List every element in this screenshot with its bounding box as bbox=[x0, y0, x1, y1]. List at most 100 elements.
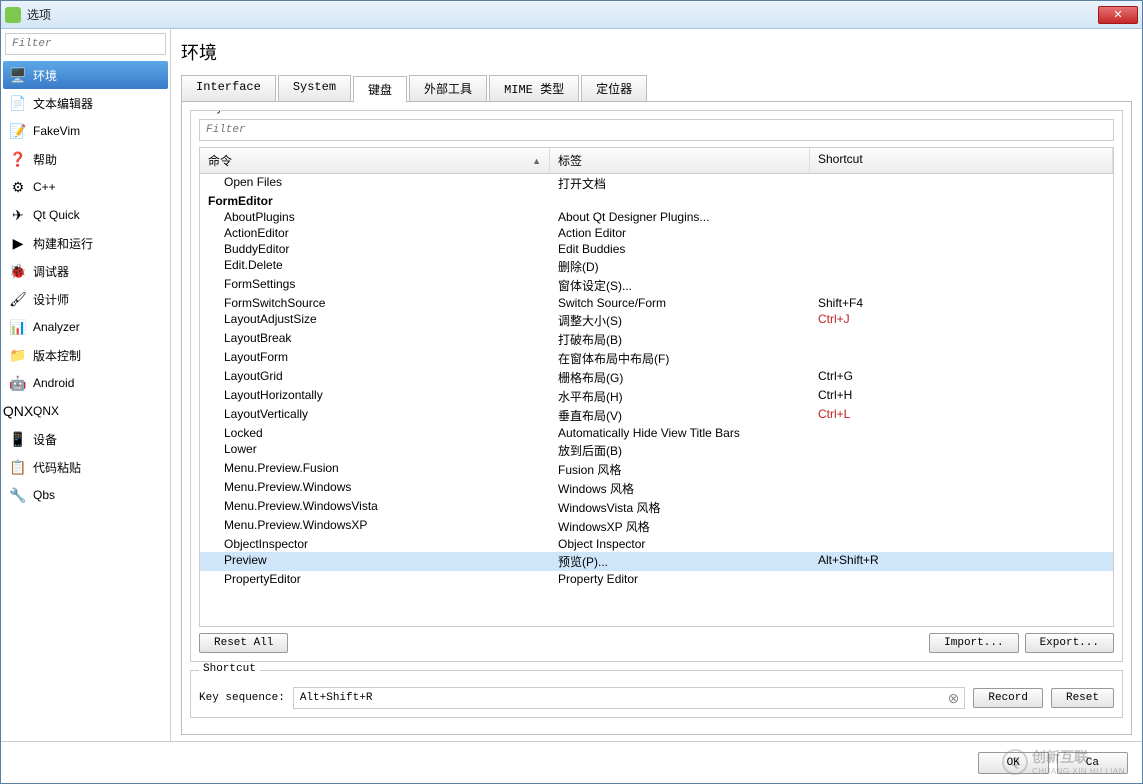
category-icon: QNX bbox=[9, 402, 27, 420]
cell-command: LayoutForm bbox=[200, 350, 550, 367]
table-row[interactable]: BuddyEditorEdit Buddies bbox=[200, 241, 1113, 257]
category-label: 环境 bbox=[33, 67, 57, 84]
table-row[interactable]: FormSettings窗体设定(S)... bbox=[200, 276, 1113, 295]
cell-command: LayoutVertically bbox=[200, 407, 550, 424]
sidebar-item-13[interactable]: 📱设备 bbox=[3, 425, 168, 453]
cell-label: Automatically Hide View Title Bars bbox=[550, 426, 810, 440]
sidebar-item-4[interactable]: ⚙C++ bbox=[3, 173, 168, 201]
sidebar-item-9[interactable]: 📊Analyzer bbox=[3, 313, 168, 341]
cell-label: About Qt Designer Plugins... bbox=[550, 210, 810, 224]
table-row[interactable]: LayoutAdjustSize调整大小(S)Ctrl+J bbox=[200, 311, 1113, 330]
table-row[interactable]: LayoutBreak打破布局(B) bbox=[200, 330, 1113, 349]
reset-all-button[interactable]: Reset All bbox=[199, 633, 288, 653]
sidebar-filter-input[interactable] bbox=[5, 33, 166, 55]
cell-shortcut: Ctrl+J bbox=[810, 312, 1113, 329]
sidebar-item-0[interactable]: 🖥️环境 bbox=[3, 61, 168, 89]
tab-1[interactable]: System bbox=[278, 75, 351, 101]
col-command[interactable]: 命令▲ bbox=[200, 148, 550, 173]
sidebar-item-8[interactable]: 🖌 设计师 bbox=[3, 285, 168, 313]
sidebar-item-3[interactable]: ❓帮助 bbox=[3, 145, 168, 173]
category-icon: 📋 bbox=[9, 458, 27, 476]
sidebar-item-7[interactable]: 🐞调试器 bbox=[3, 257, 168, 285]
record-button[interactable]: Record bbox=[973, 688, 1043, 708]
sidebar-item-5[interactable]: ✈ Qt Quick bbox=[3, 201, 168, 229]
table-row[interactable]: LayoutForm在窗体布局中布局(F) bbox=[200, 349, 1113, 368]
cell-command: LayoutBreak bbox=[200, 331, 550, 348]
category-label: 设计师 bbox=[33, 291, 69, 308]
watermark-logo-icon: Q bbox=[1002, 749, 1028, 775]
shortcuts-table: 命令▲ 标签 Shortcut Open Files打开文档FormEditor… bbox=[199, 147, 1114, 627]
cell-command: FormSettings bbox=[200, 277, 550, 294]
close-button[interactable]: ✕ bbox=[1098, 6, 1138, 24]
tab-2[interactable]: 键盘 bbox=[353, 76, 407, 102]
sidebar-item-12[interactable]: QNX QNX bbox=[3, 397, 168, 425]
shortcut-edit-group: Shortcut Key sequence: ⊗ Record Reset bbox=[190, 670, 1123, 718]
tab-4[interactable]: MIME 类型 bbox=[489, 75, 579, 101]
keyboard-shortcuts-group: Keyboard Shortcuts 命令▲ 标签 Shortcut Open … bbox=[190, 110, 1123, 662]
cell-command: FormSwitchSource bbox=[200, 296, 550, 310]
main-panel: 环境 InterfaceSystem键盘外部工具MIME 类型定位器 Keybo… bbox=[171, 29, 1142, 741]
cell-label: Windows 风格 bbox=[550, 480, 810, 497]
reset-button[interactable]: Reset bbox=[1051, 688, 1114, 708]
category-label: Android bbox=[33, 376, 74, 390]
cell-shortcut: Ctrl+G bbox=[810, 369, 1113, 386]
col-label[interactable]: 标签 bbox=[550, 148, 810, 173]
clear-icon[interactable]: ⊗ bbox=[948, 690, 960, 707]
sidebar-item-1[interactable]: 📄文本编辑器 bbox=[3, 89, 168, 117]
cell-label: 放到后面(B) bbox=[550, 442, 810, 459]
cell-command: LayoutGrid bbox=[200, 369, 550, 386]
table-row[interactable]: ObjectInspectorObject Inspector bbox=[200, 536, 1113, 552]
cell-label: Edit Buddies bbox=[550, 242, 810, 256]
table-row[interactable]: Menu.Preview.WindowsVistaWindowsVista 风格 bbox=[200, 498, 1113, 517]
table-row[interactable]: Edit.Delete删除(D) bbox=[200, 257, 1113, 276]
shortcut-group-title: Shortcut bbox=[199, 663, 260, 675]
table-row[interactable]: ActionEditorAction Editor bbox=[200, 225, 1113, 241]
sidebar-item-11[interactable]: 🤖Android bbox=[3, 369, 168, 397]
tab-0[interactable]: Interface bbox=[181, 75, 276, 101]
table-row[interactable]: AboutPluginsAbout Qt Designer Plugins... bbox=[200, 209, 1113, 225]
table-row[interactable]: LockedAutomatically Hide View Title Bars bbox=[200, 425, 1113, 441]
category-label: Qt Quick bbox=[33, 208, 80, 222]
col-shortcut[interactable]: Shortcut bbox=[810, 148, 1113, 173]
export-button[interactable]: Export... bbox=[1025, 633, 1114, 653]
table-row[interactable]: FormEditor bbox=[200, 193, 1113, 209]
table-row[interactable]: LayoutVertically垂直布局(V)Ctrl+L bbox=[200, 406, 1113, 425]
table-row[interactable]: LayoutGrid栅格布局(G)Ctrl+G bbox=[200, 368, 1113, 387]
category-icon: 🖌 bbox=[9, 290, 27, 308]
cell-label: WindowsVista 风格 bbox=[550, 499, 810, 516]
sort-indicator-icon: ▲ bbox=[532, 156, 541, 166]
cell-shortcut bbox=[810, 331, 1113, 348]
dialog-footer: OK Ca Q 创新互联 CHUANG XIN HU LIAN bbox=[1, 741, 1142, 783]
shortcuts-filter-input[interactable] bbox=[199, 119, 1114, 141]
cell-label: Property Editor bbox=[550, 572, 810, 586]
cell-label: 删除(D) bbox=[550, 258, 810, 275]
table-body[interactable]: Open Files打开文档FormEditorAboutPluginsAbou… bbox=[200, 174, 1113, 626]
table-row[interactable]: Preview预览(P)...Alt+Shift+R bbox=[200, 552, 1113, 571]
sidebar-item-6[interactable]: ▶构建和运行 bbox=[3, 229, 168, 257]
sidebar-item-14[interactable]: 📋代码粘贴 bbox=[3, 453, 168, 481]
watermark: Q 创新互联 CHUANG XIN HU LIAN bbox=[1002, 747, 1125, 776]
key-sequence-input[interactable] bbox=[293, 687, 966, 709]
tab-5[interactable]: 定位器 bbox=[581, 75, 647, 101]
group-title: Keyboard Shortcuts bbox=[199, 110, 326, 115]
table-row[interactable]: Open Files打开文档 bbox=[200, 174, 1113, 193]
table-row[interactable]: LayoutHorizontally水平布局(H)Ctrl+H bbox=[200, 387, 1113, 406]
table-row[interactable]: Menu.Preview.WindowsWindows 风格 bbox=[200, 479, 1113, 498]
import-button[interactable]: Import... bbox=[929, 633, 1018, 653]
table-row[interactable]: Menu.Preview.WindowsXPWindowsXP 风格 bbox=[200, 517, 1113, 536]
tab-3[interactable]: 外部工具 bbox=[409, 75, 487, 101]
sidebar-item-10[interactable]: 📁版本控制 bbox=[3, 341, 168, 369]
table-row[interactable]: FormSwitchSourceSwitch Source/FormShift+… bbox=[200, 295, 1113, 311]
sidebar-item-2[interactable]: 📝FakeVim bbox=[3, 117, 168, 145]
table-row[interactable]: Menu.Preview.FusionFusion 风格 bbox=[200, 460, 1113, 479]
cell-shortcut bbox=[810, 210, 1113, 224]
category-label: QNX bbox=[33, 404, 59, 418]
category-icon: ✈ bbox=[9, 206, 27, 224]
cell-label bbox=[550, 194, 810, 208]
tab-content: Keyboard Shortcuts 命令▲ 标签 Shortcut Open … bbox=[181, 102, 1132, 735]
cell-command: AboutPlugins bbox=[200, 210, 550, 224]
table-row[interactable]: Lower放到后面(B) bbox=[200, 441, 1113, 460]
table-row[interactable]: PropertyEditorProperty Editor bbox=[200, 571, 1113, 587]
category-icon: 📱 bbox=[9, 430, 27, 448]
sidebar-item-15[interactable]: 🔧Qbs bbox=[3, 481, 168, 509]
